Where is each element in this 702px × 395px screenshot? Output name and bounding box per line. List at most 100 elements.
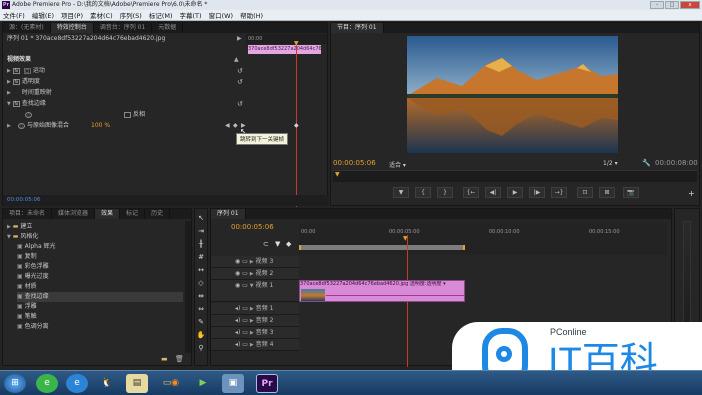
pen-tool-icon[interactable]: ✎ (196, 317, 206, 327)
lock-icon[interactable]: ▭ (242, 282, 248, 289)
tab-effect-controls[interactable]: 特效控制台 (50, 23, 94, 33)
step-forward-button[interactable]: |▶ (529, 187, 545, 198)
list-item[interactable]: ▣ 彩色浮雕 (17, 262, 183, 272)
eye-icon[interactable]: ◉ (235, 282, 240, 289)
menu-window[interactable]: 窗口(W) (209, 10, 234, 20)
invert-checkbox[interactable] (124, 111, 131, 118)
list-item[interactable]: ▶ ▬ 建立 (7, 222, 183, 232)
tab-sequence[interactable]: 序列 01 (211, 209, 246, 219)
effect-row-find-edges[interactable]: ▼ fx 查找边缘 (7, 99, 247, 109)
toggle-animation-icon[interactable]: ◌ (18, 122, 25, 129)
tab-history[interactable]: 历史 (145, 209, 171, 219)
tab-effects[interactable]: 效果 (95, 209, 121, 219)
settings-wrench-icon[interactable]: 🔧 (642, 159, 651, 167)
mark-in-button[interactable]: { (415, 187, 431, 198)
add-keyframe-icon[interactable]: ◆ (233, 122, 238, 129)
lock-icon[interactable]: ▭ (242, 341, 248, 348)
list-item[interactable]: ▣ 笔触 (17, 312, 183, 322)
opacity-rubberband[interactable] (326, 295, 464, 296)
list-item[interactable]: ▣ 色调分离 (17, 322, 183, 332)
reset-icon[interactable]: ↺ (237, 78, 243, 86)
tab-media-browser[interactable]: 媒体浏览器 (52, 209, 96, 219)
reset-icon[interactable]: ↺ (237, 100, 243, 108)
tab-metadata[interactable]: 元数据 (152, 23, 184, 33)
razor-tool-icon[interactable]: ◇ (196, 278, 206, 288)
rate-stretch-tool-icon[interactable]: ↔ (196, 265, 206, 275)
browser-360-icon[interactable]: e (36, 374, 58, 393)
menu-sequence[interactable]: 序列(S) (120, 10, 142, 20)
speaker-icon[interactable]: ◂) (235, 329, 240, 336)
go-to-in-button[interactable]: {← (463, 187, 479, 198)
media-player-icon[interactable]: ▶ (192, 374, 214, 393)
list-item[interactable]: ▣ 浮雕 (17, 302, 183, 312)
prev-keyframe-icon[interactable]: ◀ (225, 122, 230, 129)
section-toggle-icon[interactable]: ▲ (234, 56, 239, 63)
timeline-clip[interactable]: 370ace8df53227a204d64c76ebad4620.jpg 透明度… (299, 280, 465, 302)
add-marker-icon[interactable]: ▼ (275, 240, 280, 248)
menu-clip[interactable]: 素材(C) (90, 10, 113, 20)
timeline-ruler[interactable]: 00:00 00:00:05:00 00:00:10:00 00:00:15:0… (299, 223, 667, 255)
speaker-icon[interactable]: ◂) (235, 317, 240, 324)
tab-project[interactable]: 项目：未命名 (3, 209, 53, 219)
keyframe-icon[interactable]: ◆ (294, 122, 299, 129)
eye-icon[interactable]: ◉ (235, 270, 240, 277)
list-item[interactable]: ▣ 曝光过度 (17, 272, 183, 282)
step-back-button[interactable]: ◀| (485, 187, 501, 198)
effect-row-opacity[interactable]: ▶ fx 透明度 (7, 77, 247, 87)
go-to-out-button[interactable]: →} (551, 187, 567, 198)
expand-icon[interactable]: ▶ (7, 68, 11, 74)
add-button-icon[interactable]: + (688, 189, 695, 198)
delete-icon[interactable]: 🗑 (175, 355, 184, 363)
snap-icon[interactable]: ⊂ (263, 240, 269, 248)
menu-file[interactable]: 文件(F) (3, 10, 25, 20)
close-button[interactable]: x (680, 1, 700, 9)
ripple-edit-tool-icon[interactable]: ╫ (196, 239, 206, 249)
lock-icon[interactable]: ▭ (242, 317, 248, 324)
list-item[interactable]: ▣ Alpha 辉光 (17, 242, 183, 252)
track-select-tool-icon[interactable]: ⇥ (196, 226, 206, 236)
menu-title[interactable]: 字幕(T) (180, 10, 202, 20)
fx-icon[interactable]: fx (12, 78, 20, 85)
speaker-icon[interactable]: ◂) (235, 341, 240, 348)
list-item-selected[interactable]: ▣ 查找边缘 (17, 292, 183, 302)
tab-source[interactable]: 源：(无素材) (3, 23, 51, 33)
tab-markers[interactable]: 标记 (120, 209, 146, 219)
firefox-icon[interactable]: ◉ (164, 374, 186, 393)
work-area-bar[interactable] (299, 245, 465, 250)
extract-button[interactable]: ⊠ (599, 187, 615, 198)
play-clip-icon[interactable]: ▶ (237, 35, 242, 42)
lock-icon[interactable]: ▭ (242, 270, 248, 277)
ec-playhead-handle-icon[interactable]: ▼ (294, 40, 299, 47)
expand-icon[interactable]: ▶ (7, 90, 11, 96)
maximize-button[interactable]: □ (665, 1, 679, 9)
collapse-icon[interactable]: ▼ (7, 101, 11, 107)
ie-icon[interactable]: e (66, 374, 88, 393)
menu-project[interactable]: 项目(P) (61, 10, 83, 20)
speaker-icon[interactable]: ◂) (235, 305, 240, 312)
menu-marker[interactable]: 标记(M) (149, 10, 173, 20)
expand-icon[interactable]: ▶ (7, 79, 11, 85)
fx-icon[interactable]: fx (12, 67, 20, 74)
mark-out-button[interactable]: } (437, 187, 453, 198)
ec-timecode[interactable]: 00:00:05:06 (7, 197, 41, 203)
tab-program[interactable]: 节目：序列 01 (331, 23, 384, 33)
selection-tool-icon[interactable]: ↖ (196, 213, 206, 223)
export-frame-button[interactable]: 📷 (623, 187, 639, 198)
qq-icon[interactable]: 🐧 (96, 374, 118, 393)
rolling-edit-tool-icon[interactable]: # (196, 252, 206, 262)
program-timecode[interactable]: 00:00:05:06 (333, 159, 376, 167)
list-item[interactable]: ▣ 材质 (17, 282, 183, 292)
lift-button[interactable]: ⊡ (577, 187, 593, 198)
tab-audio-mixer[interactable]: 调音台：序列 01 (94, 23, 153, 33)
lock-icon[interactable]: ▭ (242, 305, 248, 312)
marker-button[interactable]: ▼ (393, 187, 409, 198)
play-button[interactable]: ▶ (507, 187, 523, 198)
timeline-timecode[interactable]: 00:00:05:06 (231, 223, 274, 231)
resolution-dropdown[interactable]: 1/2 ▾ (603, 160, 618, 167)
fit-dropdown[interactable]: 适合 ▾ (389, 160, 406, 169)
hand-tool-icon[interactable]: ✋ (196, 330, 206, 340)
blend-value[interactable]: 100 % (91, 122, 110, 129)
effects-scrollbar[interactable] (185, 221, 191, 353)
slip-tool-icon[interactable]: ⇹ (196, 291, 206, 301)
window-icon[interactable]: ▣ (222, 374, 244, 393)
